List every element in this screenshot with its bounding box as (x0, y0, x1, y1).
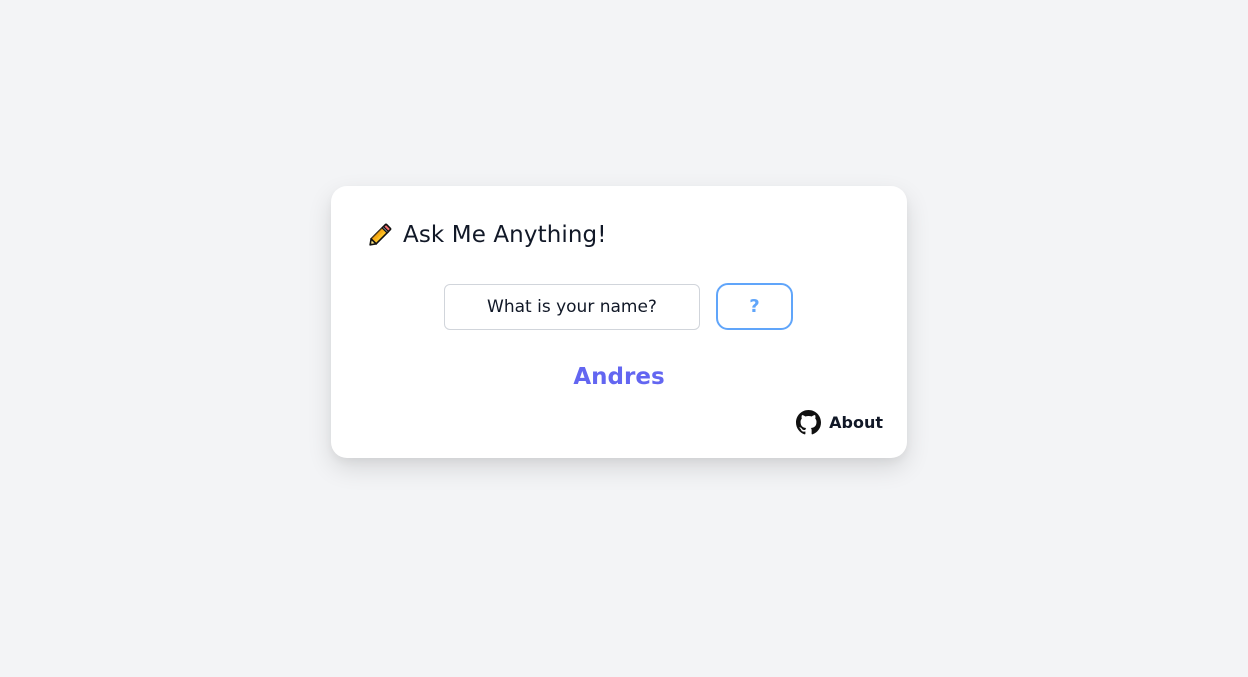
page-title: Ask Me Anything! (403, 222, 607, 248)
answer-text: Andres (573, 364, 665, 390)
card-header: Ask Me Anything! (365, 220, 607, 250)
ask-card: Ask Me Anything! ? Andres About (331, 186, 907, 458)
ask-button[interactable]: ? (716, 283, 793, 330)
pencil-icon (365, 220, 395, 250)
github-icon (796, 410, 822, 435)
question-input[interactable] (444, 283, 700, 330)
ask-row: ? (444, 283, 793, 330)
about-label: About (829, 413, 883, 432)
about-link[interactable]: About (796, 410, 883, 435)
